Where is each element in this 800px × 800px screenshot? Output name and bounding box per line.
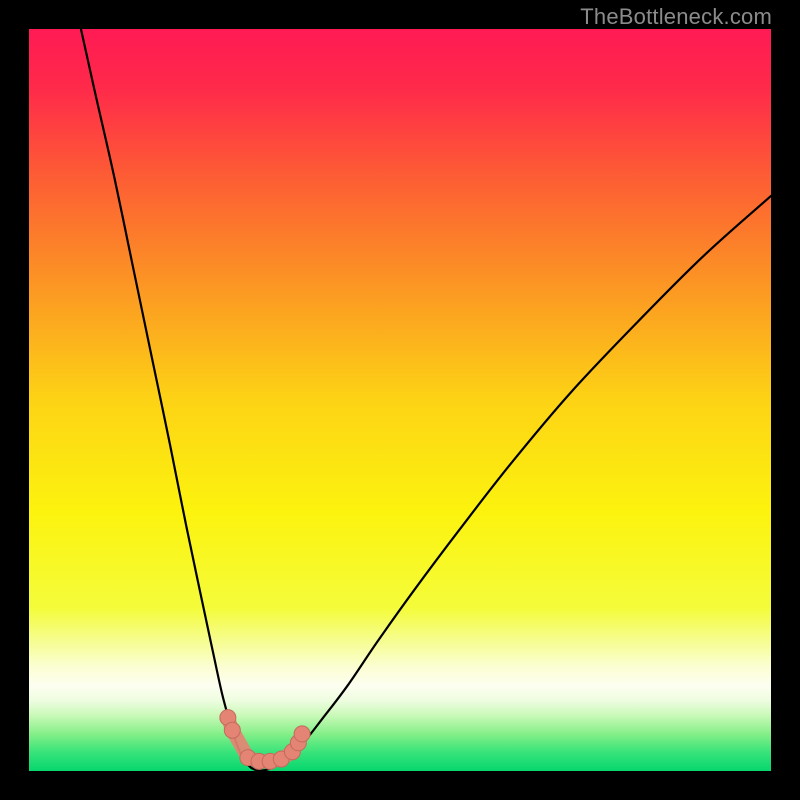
curve-left [81,29,259,771]
curve-right [259,196,771,771]
watermark-text: TheBottleneck.com [580,4,772,30]
chart-frame: TheBottleneck.com [0,0,800,800]
plot-area [29,29,771,771]
curve-layer [29,29,771,771]
valley-marker-dot [294,726,310,742]
valley-marker-dot [224,722,240,738]
